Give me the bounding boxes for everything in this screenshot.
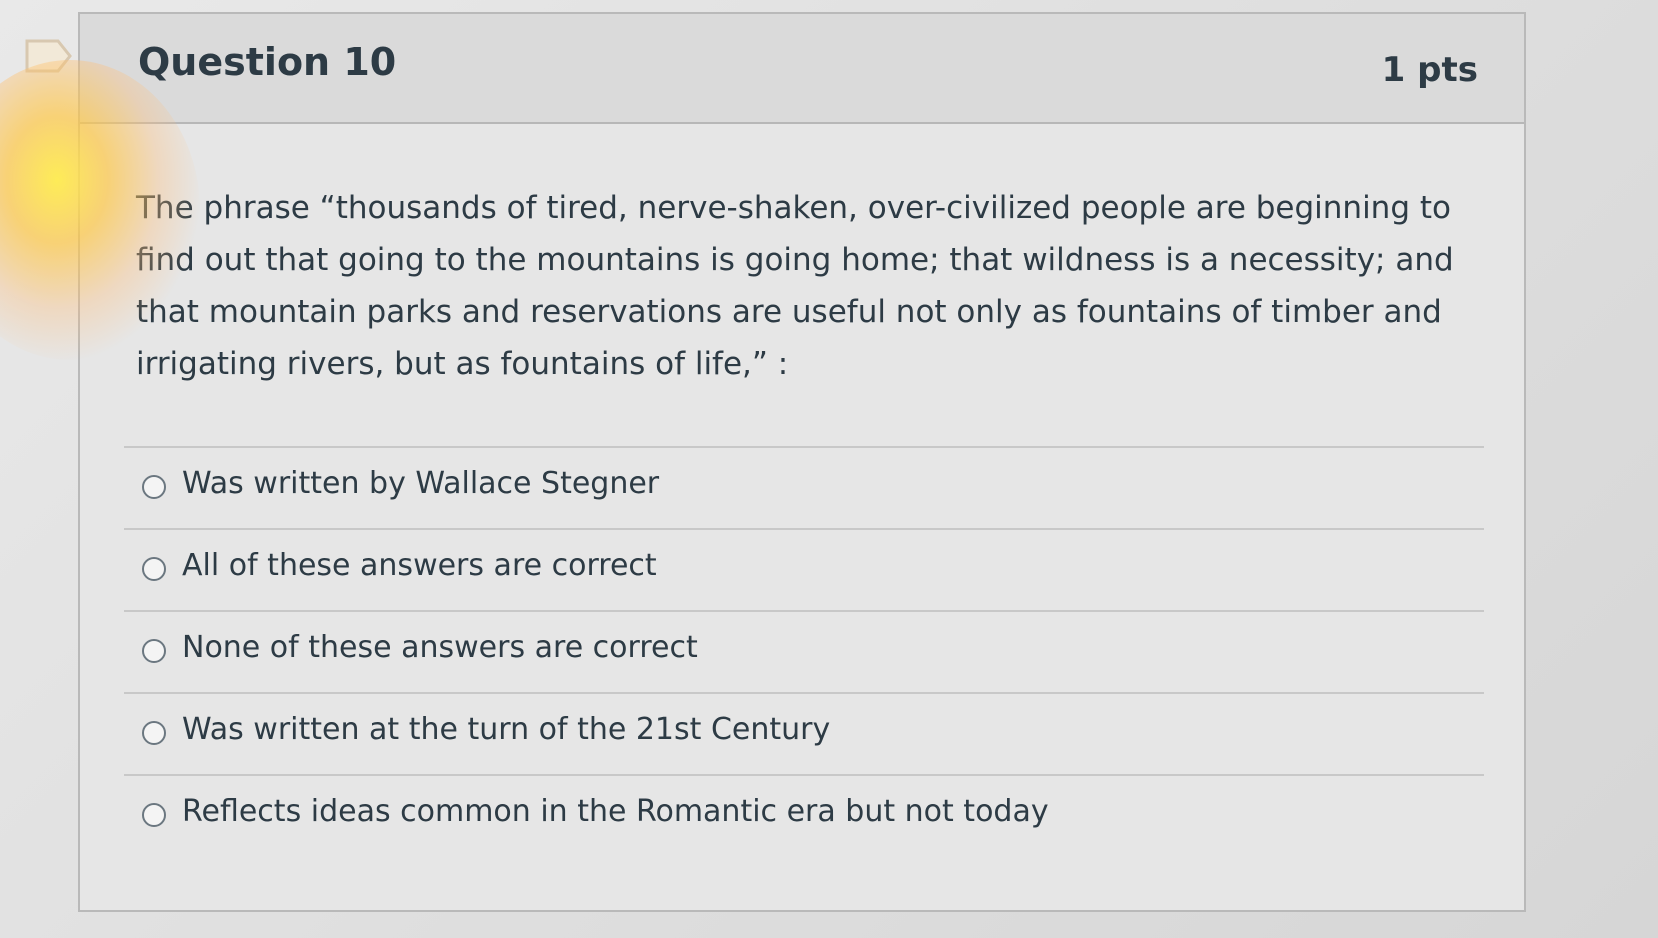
question-card: Question 10 1 pts The phrase “thousands … [78, 12, 1526, 912]
question-text: The phrase “thousands of tired, nerve-sh… [136, 190, 1454, 382]
question-title: Question 10 [138, 40, 397, 84]
answer-option[interactable]: None of these answers are correct [124, 610, 1484, 692]
question-header: Question 10 1 pts [80, 14, 1524, 124]
flag-question-icon[interactable] [24, 38, 74, 74]
answer-label[interactable]: Reflects ideas common in the Romantic er… [182, 794, 1049, 829]
radio-button[interactable] [142, 639, 166, 663]
answer-label[interactable]: Was written by Wallace Stegner [182, 466, 659, 501]
answer-option[interactable]: All of these answers are correct [124, 528, 1484, 610]
answer-option[interactable]: Reflects ideas common in the Romantic er… [124, 774, 1484, 856]
radio-button[interactable] [142, 557, 166, 581]
question-points: 1 pts [1381, 50, 1478, 90]
answer-option[interactable]: Was written at the turn of the 21st Cent… [124, 692, 1484, 774]
answer-list: Was written by Wallace Stegner All of th… [124, 446, 1484, 856]
radio-button[interactable] [142, 475, 166, 499]
answer-label[interactable]: None of these answers are correct [182, 630, 698, 665]
answer-label[interactable]: All of these answers are correct [182, 548, 657, 583]
radio-button[interactable] [142, 721, 166, 745]
radio-button[interactable] [142, 803, 166, 827]
answer-label[interactable]: Was written at the turn of the 21st Cent… [182, 712, 830, 747]
answer-option[interactable]: Was written by Wallace Stegner [124, 446, 1484, 528]
